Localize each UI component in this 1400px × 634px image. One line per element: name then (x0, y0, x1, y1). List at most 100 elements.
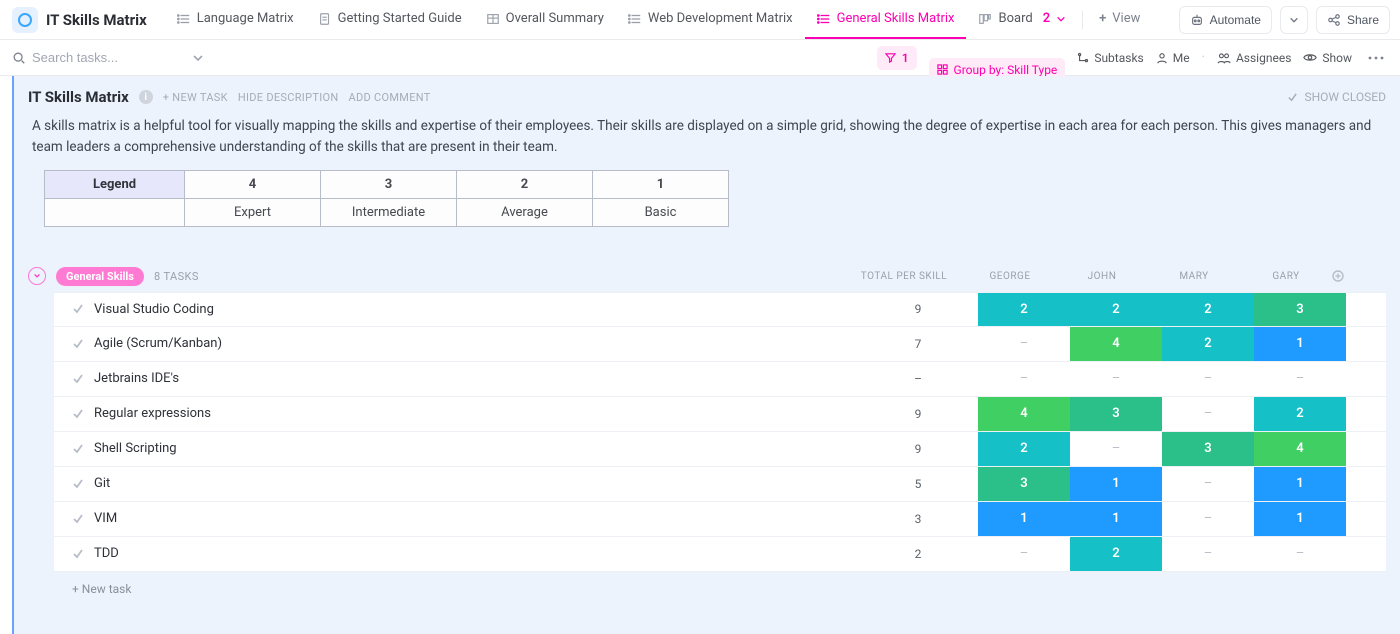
task-row[interactable]: Agile (Scrum/Kanban)7–421 (54, 327, 1386, 362)
cell-score[interactable]: 3 (1070, 397, 1162, 431)
share-button[interactable]: Share (1316, 6, 1390, 34)
check-icon (1287, 92, 1298, 103)
cell-score[interactable]: – (1070, 432, 1162, 466)
cell-score[interactable]: 3 (1162, 432, 1254, 466)
task-name[interactable]: TDD (54, 537, 858, 571)
cell-score[interactable]: 1 (1254, 467, 1346, 501)
more-menu[interactable] (1364, 52, 1388, 64)
cell-score[interactable]: 3 (978, 467, 1070, 501)
add-view-button[interactable]: + View (1087, 0, 1152, 39)
cell-total[interactable]: – (858, 362, 978, 396)
user-icon (1156, 52, 1168, 64)
cell-score[interactable]: 2 (1070, 293, 1162, 326)
cell-score[interactable]: 2 (1254, 397, 1346, 431)
cell-add (1346, 502, 1386, 536)
task-row[interactable]: Visual Studio Coding92223 (54, 292, 1386, 327)
subtasks-toggle[interactable]: Subtasks (1077, 51, 1143, 65)
cell-score[interactable]: 1 (978, 502, 1070, 536)
task-name-label: Shell Scripting (94, 441, 177, 456)
new-task-row[interactable]: + New task (54, 576, 1386, 596)
cell-score[interactable]: – (1162, 467, 1254, 501)
space-chip[interactable]: IT Skills Matrix (6, 3, 157, 37)
cell-score[interactable]: 2 (1070, 537, 1162, 571)
tab-label: Getting Started Guide (338, 11, 462, 26)
cell-score[interactable]: 2 (978, 432, 1070, 466)
cell-score[interactable]: – (1162, 502, 1254, 536)
show-menu[interactable]: Show (1303, 51, 1352, 65)
collapse-toggle[interactable] (28, 267, 46, 285)
plus-icon: + (1099, 11, 1106, 26)
add-comment-link[interactable]: ADD COMMENT (349, 91, 431, 104)
cell-score[interactable]: – (1162, 537, 1254, 571)
task-name[interactable]: Jetbrains IDE's (54, 362, 858, 396)
cell-total[interactable]: 7 (858, 327, 978, 361)
assignees-label: Assignees (1236, 51, 1291, 65)
search-input[interactable] (32, 50, 172, 65)
search-box[interactable] (12, 50, 204, 65)
tab-general-skills-matrix[interactable]: General Skills Matrix (805, 0, 967, 39)
tab-getting-started[interactable]: Getting Started Guide (306, 0, 474, 39)
cell-score[interactable]: – (978, 327, 1070, 361)
cell-total[interactable]: 5 (858, 467, 978, 501)
chevron-down-icon[interactable] (192, 52, 204, 64)
task-name[interactable]: VIM (54, 502, 858, 536)
tab-language-matrix[interactable]: Language Matrix (165, 0, 306, 39)
check-icon (72, 548, 84, 560)
cell-total[interactable]: 9 (858, 397, 978, 431)
cell-score[interactable]: – (978, 362, 1070, 396)
show-label: Show (1322, 51, 1352, 65)
cell-total[interactable]: 9 (858, 432, 978, 466)
cell-score[interactable]: 1 (1254, 502, 1346, 536)
cell-total[interactable]: 2 (858, 537, 978, 571)
filter-chip[interactable]: 1 (877, 46, 917, 70)
cell-score[interactable]: 4 (978, 397, 1070, 431)
cell-score[interactable]: 1 (1070, 467, 1162, 501)
cell-score[interactable]: 4 (1254, 432, 1346, 466)
task-name[interactable]: Regular expressions (54, 397, 858, 431)
cell-score[interactable]: – (1254, 362, 1346, 396)
cell-score[interactable]: 2 (1162, 293, 1254, 326)
col-john: JOHN (1056, 271, 1148, 282)
cell-score[interactable]: 3 (1254, 293, 1346, 326)
tab-overall-summary[interactable]: Overall Summary (474, 0, 616, 39)
filter-count: 1 (902, 51, 909, 65)
task-name[interactable]: Git (54, 467, 858, 501)
tab-label: Web Development Matrix (648, 11, 793, 26)
cell-total[interactable]: 3 (858, 502, 978, 536)
task-row[interactable]: Regular expressions943–2 (54, 397, 1386, 432)
task-name[interactable]: Visual Studio Coding (54, 293, 858, 326)
task-name[interactable]: Agile (Scrum/Kanban) (54, 327, 858, 361)
tab-web-dev-matrix[interactable]: Web Development Matrix (616, 0, 805, 39)
cell-score[interactable]: 2 (1162, 327, 1254, 361)
hide-description-link[interactable]: HIDE DESCRIPTION (238, 91, 339, 104)
space-title: IT Skills Matrix (46, 11, 147, 29)
cell-total[interactable]: 9 (858, 293, 978, 326)
circle-icon (18, 13, 32, 27)
add-column-button[interactable] (1332, 270, 1372, 282)
cell-score[interactable]: – (1070, 362, 1162, 396)
cell-score[interactable]: 1 (1254, 327, 1346, 361)
task-row[interactable]: TDD2–2–– (54, 537, 1386, 572)
cell-score[interactable]: 4 (1070, 327, 1162, 361)
cell-score[interactable]: 2 (978, 293, 1070, 326)
automate-button[interactable]: Automate (1179, 6, 1272, 34)
cell-score[interactable]: – (978, 537, 1070, 571)
assignees-filter[interactable]: Assignees (1217, 51, 1291, 65)
new-task-link[interactable]: + NEW TASK (163, 91, 228, 104)
cell-score[interactable]: – (1254, 537, 1346, 571)
cell-score[interactable]: – (1162, 397, 1254, 431)
group-name-chip[interactable]: General Skills (56, 267, 144, 286)
cell-score[interactable]: 1 (1070, 502, 1162, 536)
me-filter[interactable]: Me (1156, 51, 1190, 65)
cell-score[interactable]: – (1162, 362, 1254, 396)
toolbar-right: 1 Group by: Skill Type Subtasks Me · Ass (877, 34, 1388, 82)
task-row[interactable]: Shell Scripting 92–34 (54, 432, 1386, 467)
info-icon[interactable]: i (139, 90, 153, 104)
task-name[interactable]: Shell Scripting (54, 432, 858, 466)
show-closed-toggle[interactable]: SHOW CLOSED (1287, 90, 1386, 104)
automate-dropdown[interactable] (1280, 6, 1308, 34)
tab-board[interactable]: Board 2 (966, 0, 1078, 39)
task-row[interactable]: Jetbrains IDE's––––– (54, 362, 1386, 397)
task-row[interactable]: VIM311–1 (54, 502, 1386, 537)
task-row[interactable]: Git531–1 (54, 467, 1386, 502)
